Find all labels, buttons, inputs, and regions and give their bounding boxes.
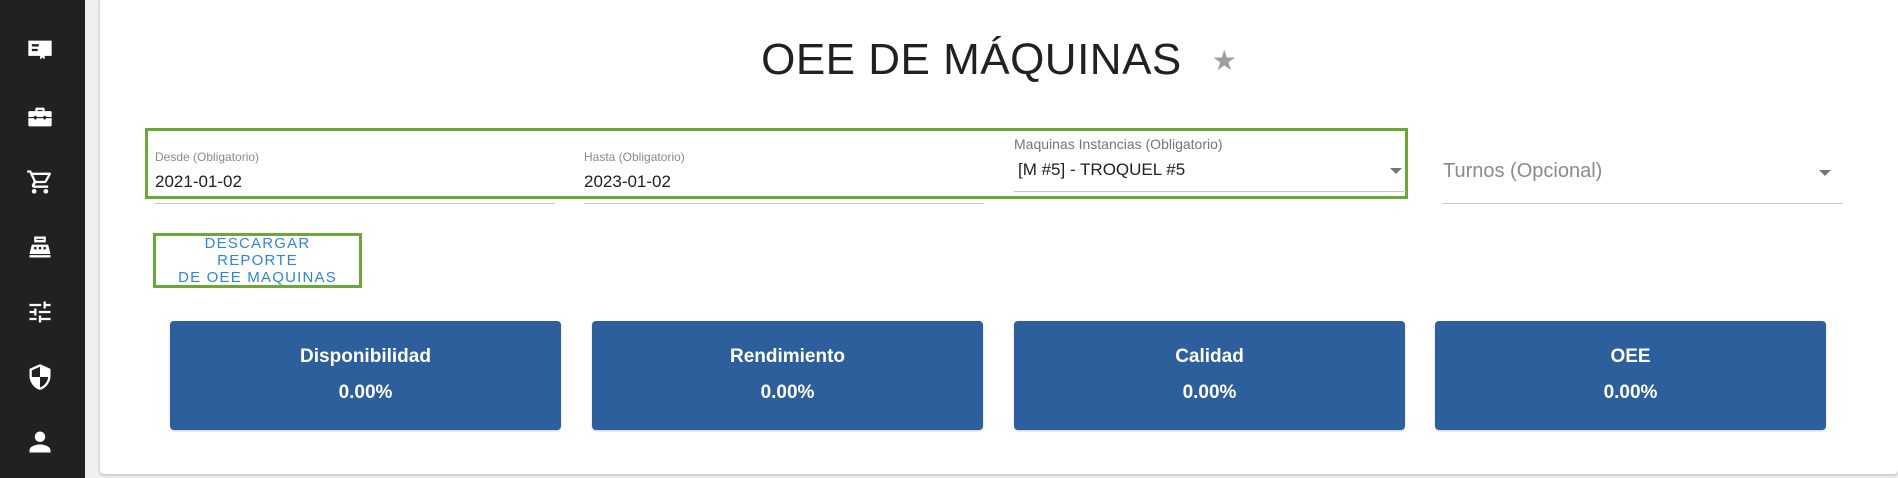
desde-underline <box>155 203 555 204</box>
star-icon[interactable]: ★ <box>1212 44 1237 77</box>
maquinas-underline <box>1014 191 1406 192</box>
kpi-label: OEE <box>1610 346 1651 367</box>
hasta-value[interactable]: 2023-01-02 <box>584 172 984 192</box>
cart-icon[interactable] <box>24 166 56 198</box>
kpi-card-calidad: Calidad 0.00% <box>1014 321 1405 430</box>
hasta-underline <box>584 203 984 204</box>
kpi-label: Rendimiento <box>729 346 846 367</box>
hasta-label: Hasta (Obligatorio) <box>584 150 685 164</box>
kpi-card-disponibilidad: Disponibilidad 0.00% <box>170 321 561 430</box>
hasta-date-field[interactable]: Hasta (Obligatorio) 2023-01-02 <box>584 150 984 204</box>
title-row: OEE DE MÁQUINAS ★ <box>100 28 1898 92</box>
chevron-down-icon[interactable] <box>1819 170 1831 176</box>
turnos-underline <box>1443 203 1843 204</box>
desde-label: Desde (Obligatorio) <box>155 150 260 164</box>
maquinas-value[interactable]: [M #5] - TROQUEL #5 <box>1014 160 1406 180</box>
download-report-button[interactable]: DESCARGAR REPORTE DE OEE MAQUINAS <box>153 233 362 288</box>
kpi-card-oee: OEE 0.00% <box>1435 321 1826 430</box>
page-title: OEE DE MÁQUINAS <box>761 35 1182 84</box>
download-label-line1: DESCARGAR REPORTE <box>204 235 311 269</box>
kpi-value: 0.00% <box>338 382 393 403</box>
kpi-label: Calidad <box>1175 346 1244 367</box>
maquinas-select[interactable]: Maquinas Instancias (Obligatorio) [M #5]… <box>1014 136 1406 192</box>
turnos-select[interactable]: Turnos (Opcional) <box>1443 150 1843 204</box>
cash-register-icon[interactable] <box>24 231 56 263</box>
chevron-down-icon[interactable] <box>1390 168 1402 174</box>
toolbox-icon[interactable] <box>24 101 56 133</box>
shield-icon[interactable] <box>24 361 56 393</box>
tune-icon[interactable] <box>24 296 56 328</box>
download-report-label: DESCARGAR REPORTE DE OEE MAQUINAS <box>163 235 353 286</box>
kpi-value: 0.00% <box>1603 382 1658 403</box>
download-label-line2: DE OEE MAQUINAS <box>178 269 337 286</box>
desde-date-field[interactable]: Desde (Obligatorio) 2021-01-02 <box>155 150 555 204</box>
certificate-icon[interactable] <box>24 34 56 66</box>
turnos-placeholder[interactable]: Turnos (Opcional) <box>1443 160 1843 183</box>
kpi-label: Disponibilidad <box>300 346 431 367</box>
maquinas-label: Maquinas Instancias (Obligatorio) <box>1014 136 1223 152</box>
desde-value[interactable]: 2021-01-02 <box>155 172 555 192</box>
kpi-card-rendimiento: Rendimiento 0.00% <box>592 321 983 430</box>
sidebar <box>0 0 85 478</box>
kpi-value: 0.00% <box>760 382 815 403</box>
kpi-value: 0.00% <box>1182 382 1237 403</box>
account-icon[interactable] <box>24 426 56 458</box>
